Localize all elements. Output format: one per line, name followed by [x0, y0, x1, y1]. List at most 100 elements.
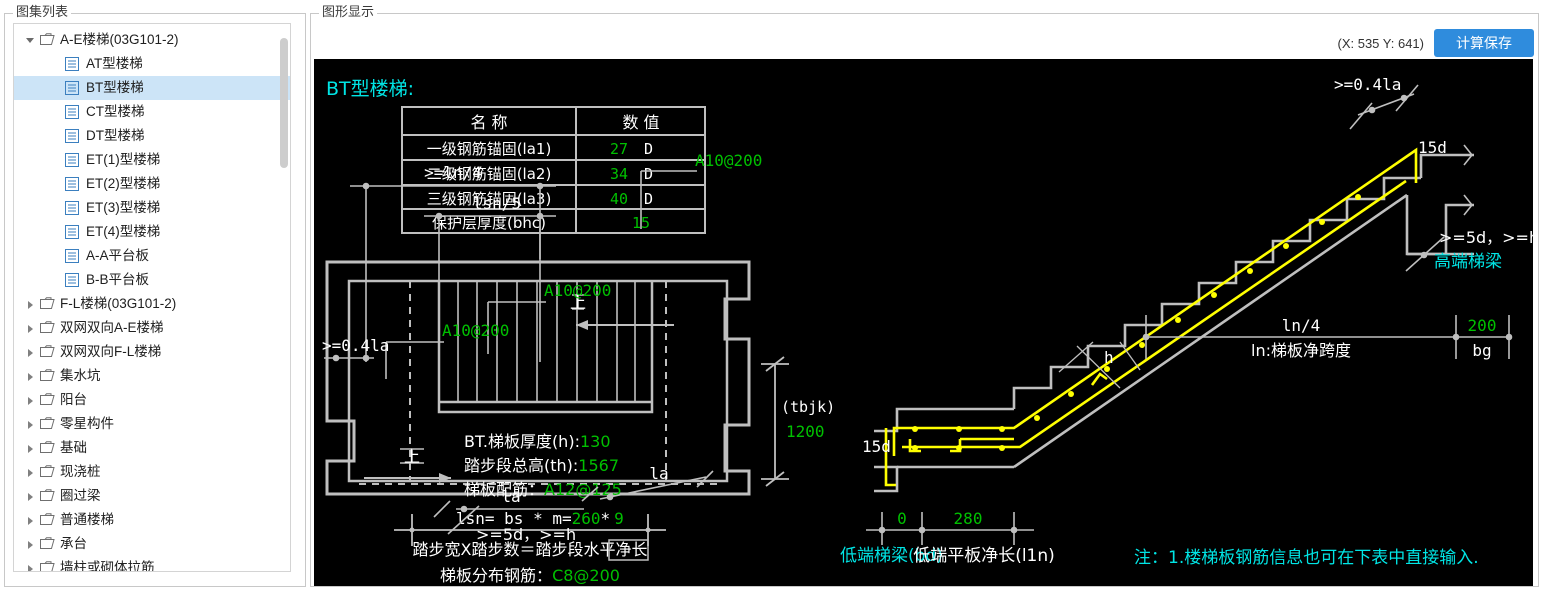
tree-item-9[interactable]: A-A平台板 [14, 244, 290, 268]
tree-item-6[interactable]: ET(2)型楼梯 [14, 172, 290, 196]
tree-item-10[interactable]: B-B平台板 [14, 268, 290, 292]
chevron-right-icon[interactable] [24, 436, 39, 460]
graphic-display-panel-title: 图形显示 [319, 5, 378, 19]
tree-item-label: AT型楼梯 [86, 56, 143, 71]
tree-item-2[interactable]: BT型楼梯 [14, 76, 290, 100]
plan-distribution-rebar: 梯板分布钢筋：C8@200 [440, 566, 620, 585]
tree-item-label: 普通楼梯 [60, 512, 114, 527]
tree-item-7[interactable]: ET(3)型楼梯 [14, 196, 290, 220]
folder-icon [39, 340, 56, 364]
folder-icon [39, 316, 56, 340]
section-anchor-left: >=0.4la [322, 336, 389, 355]
document-icon [65, 100, 82, 124]
svg-text:踏步段总高(th):1567: 踏步段总高(th):1567 [464, 456, 619, 475]
plan-dimension-label-tbjk: (tbjk) [781, 398, 835, 416]
tree-item-17[interactable]: 基础 [14, 436, 290, 460]
section-low-flat-label: 低端平板净长(l1n) [913, 546, 1055, 566]
folder-icon [39, 532, 56, 556]
document-icon [65, 148, 82, 172]
chevron-right-icon[interactable] [24, 292, 39, 316]
section-hook-left-15d: 15d [862, 437, 891, 456]
chevron-right-icon[interactable] [24, 556, 39, 571]
section-dim-280: 280 [954, 509, 983, 528]
section-thickness-h: h [1104, 348, 1114, 367]
tree-item-label: ET(3)型楼梯 [86, 200, 161, 215]
tree-item-21[interactable]: 承台 [14, 532, 290, 556]
tree-item-8[interactable]: ET(4)型楼梯 [14, 220, 290, 244]
tree-item-label: DT型楼梯 [86, 128, 145, 143]
document-icon [65, 244, 82, 268]
section-anchor-right: >=0.4la [1334, 75, 1401, 94]
plan-dimension-value-tbjk: 1200 [786, 422, 825, 441]
folder-icon [39, 484, 56, 508]
chevron-right-icon[interactable] [24, 316, 39, 340]
tree-item-14[interactable]: 集水坑 [14, 364, 290, 388]
svg-text:BT.梯板厚度(h):130: BT.梯板厚度(h):130 [464, 432, 611, 451]
chevron-right-icon[interactable] [24, 508, 39, 532]
parameter-row-unit-la2: D [644, 165, 653, 183]
atlas-tree[interactable]: A-E楼梯(03G101-2) AT型楼梯 BT型楼梯 CT型楼梯 DT型楼梯 ET(1)… [13, 23, 291, 572]
tree-item-label: 圈过梁 [60, 488, 101, 503]
tree-item-15[interactable]: 阳台 [14, 388, 290, 412]
parameter-row-name-la1: 一级钢筋锚固(la1) [427, 140, 552, 158]
tree-item-3[interactable]: CT型楼梯 [14, 100, 290, 124]
section-right-bg-label: bg [1472, 341, 1491, 360]
folder-icon [39, 364, 56, 388]
chevron-right-icon[interactable] [24, 364, 39, 388]
tree-item-label: BT型楼梯 [86, 80, 144, 95]
tree-item-0[interactable]: A-E楼梯(03G101-2) [14, 28, 290, 52]
chevron-right-icon[interactable] [24, 484, 39, 508]
parameter-row-unit-la1: D [644, 140, 653, 158]
atlas-tree-list: A-E楼梯(03G101-2) AT型楼梯 BT型楼梯 CT型楼梯 DT型楼梯 ET(1)… [14, 24, 290, 571]
section-rebar-label-lower-left: A10@200 [442, 321, 509, 340]
section-bend-left: >=5d，>=h [476, 525, 576, 544]
tree-item-12[interactable]: 双网双向A-E楼梯 [14, 316, 290, 340]
tree-item-18[interactable]: 现浇桩 [14, 460, 290, 484]
tree-item-label: 墙柱或砌体拉筋 [60, 560, 155, 571]
plan-span-formula-mul: * [601, 509, 611, 528]
section-rebar-label-upper: A10@200 [695, 151, 762, 170]
tree-item-4[interactable]: DT型楼梯 [14, 124, 290, 148]
plan-right-dimension [761, 356, 789, 487]
section-dim-lsn5: lsn/5 [473, 194, 521, 213]
atlas-tree-scrollbar-thumb[interactable] [280, 38, 288, 168]
tree-item-11[interactable]: F-L楼梯(03G101-2) [14, 292, 290, 316]
chevron-right-icon[interactable] [24, 388, 39, 412]
chevron-right-icon[interactable] [24, 340, 39, 364]
folder-icon [39, 388, 56, 412]
tree-item-1[interactable]: AT型楼梯 [14, 52, 290, 76]
parameter-row-value-la3: 40 [610, 190, 628, 208]
tree-item-22[interactable]: 墙柱或砌体拉筋 [14, 556, 290, 571]
parameter-row-value-la2: 34 [610, 165, 628, 183]
cad-drawing-canvas[interactable]: BT型楼梯: 名 称 数 值 一级钢筋锚固(la1) 二级钢筋锚固(la2) 三… [314, 59, 1533, 586]
document-icon [65, 124, 82, 148]
plan-distribution-label: 梯板分布钢筋： [440, 566, 552, 585]
tree-item-label: 阳台 [60, 392, 87, 407]
tree-item-13[interactable]: 双网双向F-L楼梯 [14, 340, 290, 364]
chevron-down-icon[interactable] [24, 28, 39, 52]
cad-drawing-svg: BT型楼梯: 名 称 数 值 一级钢筋锚固(la1) 二级钢筋锚固(la2) 三… [322, 75, 1533, 585]
tree-item-label: 集水坑 [60, 368, 101, 383]
tree-item-label: 双网双向A-E楼梯 [60, 320, 164, 335]
section-high-end-beam-label: 高端梯梁 [1434, 252, 1502, 272]
tree-item-label: 承台 [60, 536, 87, 551]
folder-icon [39, 292, 56, 316]
chevron-right-icon[interactable] [24, 532, 39, 556]
document-icon [65, 196, 82, 220]
tree-item-5[interactable]: ET(1)型楼梯 [14, 148, 290, 172]
calculate-save-button[interactable]: 计算保存 [1434, 29, 1534, 57]
tree-item-16[interactable]: 零星构件 [14, 412, 290, 436]
section-right-ln4: ln/4 [1282, 316, 1321, 335]
chevron-right-icon[interactable] [24, 460, 39, 484]
tree-item-19[interactable]: 圈过梁 [14, 484, 290, 508]
plan-note-value-1: 1567 [578, 456, 619, 475]
document-icon [65, 268, 82, 292]
chevron-right-icon[interactable] [24, 412, 39, 436]
atlas-tree-scrollbar[interactable] [280, 28, 288, 558]
folder-icon [39, 412, 56, 436]
tree-item-20[interactable]: 普通楼梯 [14, 508, 290, 532]
